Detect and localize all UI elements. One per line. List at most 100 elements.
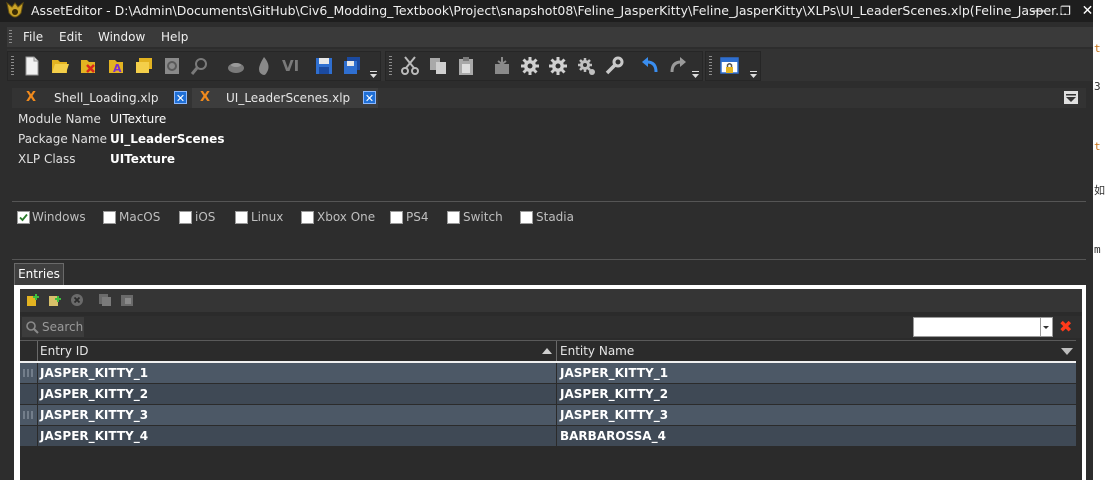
toolbar-overflow-icon[interactable] [750, 71, 757, 78]
tab-shell-loading[interactable]: X Shell_Loading.xlp ✕ [12, 88, 188, 108]
search-label: Search [42, 320, 84, 334]
entries-search-bar: Search ✖ [20, 316, 1082, 338]
app-logo-icon [6, 1, 24, 18]
folder-stack-icon[interactable] [134, 56, 154, 76]
table-row[interactable]: JASPER_KITTY_2 JASPER_KITTY_2 [20, 384, 1076, 405]
undo-icon[interactable] [640, 56, 660, 76]
table-row[interactable]: JASPER_KITTY_4 BARBAROSSA_4 [20, 426, 1076, 447]
platform-checkbox-windows[interactable] [17, 211, 30, 224]
platform-checkbox-stadia[interactable] [520, 211, 533, 224]
toolbar-overflow-icon[interactable] [370, 71, 377, 78]
bowl-icon[interactable] [226, 56, 246, 76]
module-name-value: UITexture [110, 112, 167, 126]
sort-ascending-icon[interactable] [542, 347, 552, 355]
copy-entry-icon[interactable] [98, 293, 112, 307]
row-drag-handle-icon[interactable] [20, 363, 36, 383]
new-file-icon[interactable] [22, 56, 42, 76]
remove-entry-icon[interactable] [70, 293, 84, 307]
cell-entry-id[interactable]: JASPER_KITTY_4 [40, 429, 148, 443]
tab-list-menu-button[interactable] [1064, 91, 1078, 104]
font-icon[interactable]: A [106, 56, 126, 76]
window-title: AssetEditor - D:\Admin\Documents\GitHub\… [31, 3, 1068, 18]
save-icon[interactable] [314, 56, 334, 76]
open-folder-icon[interactable] [50, 56, 70, 76]
menu-edit[interactable]: Edit [59, 30, 82, 44]
menu-grip[interactable] [9, 30, 12, 44]
platform-checkbox-ps4[interactable] [390, 211, 403, 224]
cell-entity-name[interactable]: BARBAROSSA_4 [560, 429, 666, 443]
row-drag-handle-icon[interactable] [20, 405, 36, 425]
toolbar-overflow-icon[interactable] [692, 71, 699, 78]
xlp-class-value: UITexture [110, 152, 176, 166]
tab-label: UI_LeaderScenes.xlp [226, 91, 351, 105]
minimize-button[interactable]: — [1025, 0, 1052, 22]
copy-icon[interactable] [428, 56, 448, 76]
tab-close-button[interactable]: ✕ [174, 91, 187, 105]
toolbar-group-edit [385, 51, 703, 81]
platform-checkbox-linux[interactable] [235, 211, 248, 224]
cell-divider [37, 426, 38, 446]
combo-dropdown-button[interactable] [1040, 318, 1052, 336]
search-combo-input[interactable] [913, 317, 1053, 337]
column-chooser-icon[interactable] [1061, 347, 1073, 355]
redo-icon[interactable] [668, 56, 688, 76]
cell-entity-name[interactable]: JASPER_KITTY_3 [560, 408, 668, 422]
paste-icon[interactable] [456, 56, 476, 76]
toolbar-grip[interactable] [11, 56, 14, 76]
package-icon[interactable] [492, 56, 512, 76]
module-name-label: Module Name [18, 112, 101, 126]
save-all-icon[interactable] [342, 56, 362, 76]
cell-entry-id[interactable]: JASPER_KITTY_3 [40, 408, 148, 422]
refresh-icon[interactable] [162, 56, 182, 76]
toolbar-grip[interactable] [709, 56, 712, 76]
menu-help[interactable]: Help [161, 30, 188, 44]
platform-checkbox-switch[interactable] [447, 211, 460, 224]
menu-bar: File Edit Window Help [7, 27, 1093, 47]
menu-file[interactable]: File [23, 30, 43, 44]
platform-label-macos: MacOS [119, 210, 161, 224]
gear-icon[interactable] [548, 56, 568, 76]
table-row[interactable]: JASPER_KITTY_3 JASPER_KITTY_3 [20, 405, 1076, 426]
table-row[interactable]: JASPER_KITTY_1 JASPER_KITTY_1 [20, 363, 1076, 384]
platform-checkbox-macos[interactable] [103, 211, 116, 224]
menu-window[interactable]: Window [98, 30, 145, 44]
search-button[interactable]: Search [22, 317, 84, 337]
gear-cog-icon[interactable] [576, 56, 596, 76]
document-tab-strip: X Shell_Loading.xlp ✕ X UI_LeaderScenes.… [12, 88, 1086, 108]
cut-icon[interactable] [400, 56, 420, 76]
wrench-icon[interactable] [604, 56, 624, 76]
platform-checkbox-xbox-one[interactable] [301, 211, 314, 224]
tab-ui-leaderscenes[interactable]: X UI_LeaderScenes.xlp ✕ [192, 88, 378, 108]
tab-close-button[interactable]: ✕ [363, 91, 376, 105]
background-window-edge: t 3 t 如 m [1093, 0, 1107, 480]
xlp-file-icon: X [26, 90, 37, 105]
tab-entries[interactable]: Entries [14, 263, 64, 285]
cell-entry-id[interactable]: JASPER_KITTY_1 [40, 366, 148, 380]
cell-entity-name[interactable]: JASPER_KITTY_2 [560, 387, 668, 401]
flame-icon[interactable] [254, 56, 274, 76]
delete-file-icon[interactable] [78, 56, 98, 76]
platform-checkbox-ios[interactable] [179, 211, 192, 224]
toolbar-grip[interactable] [389, 56, 392, 76]
add-entry-icon[interactable] [26, 293, 40, 307]
title-bar: AssetEditor - D:\Admin\Documents\GitHub\… [0, 0, 1093, 22]
edge-fragment: 如 [1094, 184, 1105, 197]
insert-entry-icon[interactable] [48, 293, 62, 307]
tab-label: Shell_Loading.xlp [54, 91, 159, 105]
grid-header: Entry ID Entity Name [20, 340, 1076, 363]
paste-entry-icon[interactable] [120, 293, 134, 307]
main-toolbar: A VI [7, 49, 1093, 81]
toolbar-group-window [705, 51, 761, 81]
zoom-icon[interactable] [190, 56, 210, 76]
vi-icon[interactable]: VI [282, 56, 302, 76]
edge-fragment: m [1094, 243, 1101, 256]
package-name-label: Package Name [18, 132, 107, 146]
column-header-entity-name[interactable]: Entity Name [560, 344, 634, 358]
cell-entity-name[interactable]: JASPER_KITTY_1 [560, 366, 668, 380]
xlp-class-label: XLP Class [18, 152, 76, 166]
window-lock-icon[interactable] [720, 56, 740, 76]
column-header-entry-id[interactable]: Entry ID [40, 344, 89, 358]
gear-icon[interactable] [520, 56, 540, 76]
cell-entry-id[interactable]: JASPER_KITTY_2 [40, 387, 148, 401]
clear-search-button[interactable]: ✖ [1059, 318, 1072, 336]
